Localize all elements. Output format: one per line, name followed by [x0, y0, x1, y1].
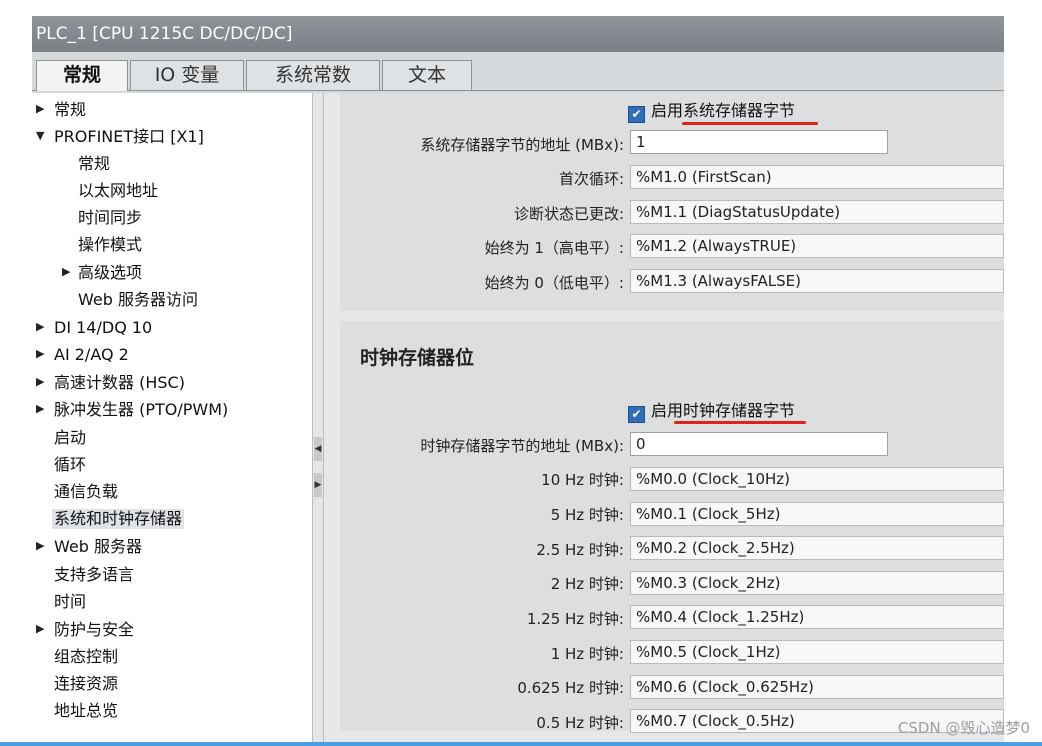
- clock-10hz-field: %M0.0 (Clock_10Hz): [630, 467, 1004, 491]
- tree-item-address-overview[interactable]: 地址总览: [54, 701, 118, 721]
- expand-arrow-icon[interactable]: ▶: [36, 622, 44, 635]
- clock-0-5hz-label: 0.5 Hz 时钟:: [536, 714, 624, 732]
- clock-5hz-field: %M0.1 (Clock_5Hz): [630, 502, 1004, 526]
- expand-arrow-icon[interactable]: ▶: [36, 402, 44, 415]
- expand-arrow-icon[interactable]: ▶: [36, 320, 44, 333]
- clock-1-25hz-field: %M0.4 (Clock_1.25Hz): [630, 605, 1004, 629]
- tab-system-constants[interactable]: 系统常数: [246, 60, 380, 90]
- system-memory-section: ✔ 启用系统存储器字节 系统存储器字节的地址 (MBx): 1 首次循环: %M1…: [340, 93, 1004, 311]
- navigation-tree: ▶ 常规 ▼ PROFINET接口 [X1] 常规 以太网地址 时间同步 操作模…: [32, 93, 312, 742]
- panel-splitter[interactable]: ◀ ▶: [312, 93, 324, 742]
- annotation-underline: [682, 122, 818, 125]
- tree-item-config-control[interactable]: 组态控制: [54, 647, 118, 667]
- always-true-field: %M1.2 (AlwaysTRUE): [630, 234, 1004, 258]
- clock-2-5hz-label: 2.5 Hz 时钟:: [536, 541, 624, 559]
- tree-item-startup[interactable]: 启动: [54, 428, 86, 448]
- tree-item-advanced-options[interactable]: 高级选项: [78, 263, 142, 283]
- enable-clock-memory-checkbox[interactable]: ✔ 启用时钟存储器字节: [628, 397, 795, 423]
- expand-arrow-icon[interactable]: ▶: [36, 347, 44, 360]
- clock-2hz-field: %M0.3 (Clock_2Hz): [630, 571, 1004, 595]
- properties-content: ✔ 启用系统存储器字节 系统存储器字节的地址 (MBx): 1 首次循环: %M1…: [324, 93, 1004, 742]
- checkbox-checked-icon[interactable]: ✔: [628, 106, 645, 123]
- clock-2-5hz-field: %M0.2 (Clock_2.5Hz): [630, 536, 1004, 560]
- tree-item-profinet-general[interactable]: 常规: [78, 154, 110, 174]
- system-memory-address-input[interactable]: 1: [630, 130, 888, 154]
- tree-item-connection-resources[interactable]: 连接资源: [54, 674, 118, 694]
- expand-arrow-icon[interactable]: ▶: [36, 102, 44, 115]
- first-scan-label: 首次循环:: [558, 170, 624, 188]
- always-false-label: 始终为 0（低电平）:: [484, 274, 624, 292]
- tab-bar: 常规 IO 变量 系统常数 文本: [32, 60, 1004, 91]
- expand-arrow-icon[interactable]: ▶: [36, 375, 44, 388]
- enable-system-memory-label: 启用系统存储器字节: [651, 101, 796, 120]
- tab-general[interactable]: 常规: [36, 60, 128, 91]
- tab-texts[interactable]: 文本: [382, 60, 472, 90]
- tree-item-web-server-access[interactable]: Web 服务器访问: [78, 290, 198, 310]
- system-memory-address-label: 系统存储器字节的地址 (MBx):: [420, 136, 624, 154]
- watermark: CSDN @毁心造梦0: [897, 719, 1030, 737]
- clock-1hz-label: 1 Hz 时钟:: [550, 645, 624, 663]
- clock-memory-address-label: 时钟存储器字节的地址 (MBx):: [420, 437, 624, 455]
- clock-memory-section: 时钟存储器位 ✔ 启用时钟存储器字节 时钟存储器字节的地址 (MBx): 0 10…: [340, 321, 1004, 733]
- clock-2hz-label: 2 Hz 时钟:: [550, 575, 624, 593]
- clock-1-25hz-label: 1.25 Hz 时钟:: [526, 610, 624, 628]
- tree-item-web-server[interactable]: Web 服务器: [54, 537, 142, 557]
- tree-item-profinet[interactable]: PROFINET接口 [X1]: [54, 127, 204, 147]
- clock-10hz-label: 10 Hz 时钟:: [541, 471, 624, 489]
- clock-0-625hz-label: 0.625 Hz 时钟:: [517, 679, 624, 697]
- tree-item-cycle[interactable]: 循环: [54, 455, 86, 475]
- expand-right-icon[interactable]: ▶: [314, 473, 322, 497]
- clock-memory-address-input[interactable]: 0: [630, 432, 888, 456]
- tree-item-general[interactable]: 常规: [54, 100, 86, 120]
- tab-io-tags[interactable]: IO 变量: [130, 60, 244, 90]
- first-scan-field: %M1.0 (FirstScan): [630, 165, 1004, 189]
- tree-item-protection-security[interactable]: 防护与安全: [54, 620, 134, 640]
- tree-item-ai-aq[interactable]: AI 2/AQ 2: [54, 345, 129, 365]
- checkbox-checked-icon[interactable]: ✔: [628, 406, 645, 423]
- collapse-arrow-icon[interactable]: ▼: [36, 129, 44, 142]
- properties-window: PLC_1 [CPU 1215C DC/DC/DC] 常规 IO 变量 系统常数…: [32, 16, 1004, 742]
- expand-arrow-icon[interactable]: ▶: [36, 539, 44, 552]
- tree-item-pulse-generator[interactable]: 脉冲发生器 (PTO/PWM): [54, 400, 228, 420]
- clock-memory-title: 时钟存储器位: [360, 347, 475, 369]
- enable-clock-memory-label: 启用时钟存储器字节: [651, 401, 796, 420]
- window-title: PLC_1 [CPU 1215C DC/DC/DC]: [32, 16, 1004, 52]
- enable-system-memory-checkbox[interactable]: ✔ 启用系统存储器字节: [628, 97, 795, 123]
- tree-item-time[interactable]: 时间: [54, 592, 86, 612]
- clock-5hz-label: 5 Hz 时钟:: [550, 506, 624, 524]
- tree-item-time-sync[interactable]: 时间同步: [78, 208, 142, 228]
- bottom-accent-line: [0, 742, 1042, 746]
- diag-status-field: %M1.1 (DiagStatusUpdate): [630, 200, 1004, 224]
- always-false-field: %M1.3 (AlwaysFALSE): [630, 269, 1004, 293]
- clock-1hz-field: %M0.5 (Clock_1Hz): [630, 640, 1004, 664]
- tree-item-system-clock-memory[interactable]: 系统和时钟存储器: [52, 509, 185, 529]
- clock-0-625hz-field: %M0.6 (Clock_0.625Hz): [630, 675, 1004, 699]
- tree-item-multilanguage[interactable]: 支持多语言: [54, 565, 134, 585]
- collapse-left-icon[interactable]: ◀: [314, 437, 322, 461]
- annotation-underline: [674, 421, 806, 424]
- always-true-label: 始终为 1（高电平）:: [484, 239, 624, 257]
- expand-arrow-icon[interactable]: ▶: [62, 265, 70, 278]
- tree-item-operating-mode[interactable]: 操作模式: [78, 235, 142, 255]
- tree-item-comm-load[interactable]: 通信负载: [54, 482, 118, 502]
- diag-status-label: 诊断状态已更改:: [513, 205, 624, 223]
- tree-item-di-dq[interactable]: DI 14/DQ 10: [54, 318, 152, 338]
- tree-item-ethernet-address[interactable]: 以太网地址: [78, 181, 158, 201]
- tree-item-hsc[interactable]: 高速计数器 (HSC): [54, 373, 185, 393]
